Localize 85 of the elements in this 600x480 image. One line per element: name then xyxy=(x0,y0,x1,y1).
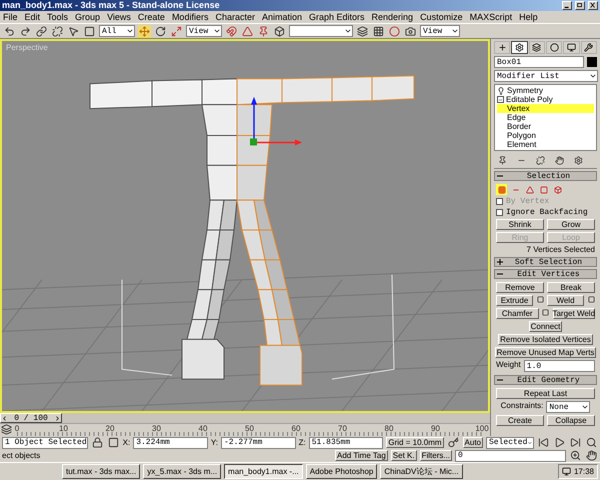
prompt-text: ect objects xyxy=(2,451,42,460)
menu-item[interactable]: Edit xyxy=(24,12,40,22)
axis-label: X: xyxy=(122,438,130,447)
rollout-header[interactable]: Selection xyxy=(494,171,597,181)
menu-item[interactable]: Rendering xyxy=(372,12,414,22)
render-view-dropdown[interactable]: View xyxy=(420,25,460,37)
selection-filter-dropdown[interactable]: All xyxy=(99,25,135,37)
axis-label: Z: xyxy=(298,438,306,447)
object-name-field[interactable]: Box01 xyxy=(494,56,584,68)
menu-item[interactable]: File xyxy=(3,12,18,22)
panel-button[interactable]: Extrude xyxy=(496,295,533,306)
taskbar-button[interactable]: man_body1.max -... xyxy=(224,464,303,479)
menu-item[interactable]: Modifiers xyxy=(172,12,208,22)
menu-item[interactable]: Animation xyxy=(262,12,302,22)
tick-label: 10 xyxy=(59,424,68,433)
time-slider-track[interactable]: 0 / 100 xyxy=(0,413,490,423)
menu-item[interactable]: Help xyxy=(519,12,538,22)
stack-subitem[interactable]: Vertex xyxy=(497,104,594,113)
panel-button[interactable]: Repeat Last xyxy=(496,388,595,399)
panel-button[interactable]: Target Weld xyxy=(552,308,595,319)
stack-item[interactable]: Editable Poly xyxy=(506,95,553,104)
clock: 17:38 xyxy=(574,467,594,476)
key-filter-dropdown[interactable]: Selected xyxy=(486,436,534,448)
panel-button[interactable]: Chamfer xyxy=(496,308,538,319)
panel-button[interactable]: Remove Isolated Vertices xyxy=(498,334,593,345)
panel-button[interactable]: Shrink xyxy=(496,219,544,230)
selection-status: 7 Vertices Selected xyxy=(526,245,595,254)
coordinate-field[interactable]: 3.224mm xyxy=(133,436,208,448)
auto-key-button[interactable]: Auto xyxy=(462,437,483,448)
tick-label: 80 xyxy=(384,424,394,433)
tick-label: 60 xyxy=(292,424,300,433)
axis-label: Y: xyxy=(210,438,218,447)
taskbar-button[interactable]: tut.max - 3ds max... xyxy=(62,464,140,479)
modifier-list-dropdown[interactable]: Modifier List xyxy=(494,70,598,82)
panel-button[interactable]: Break xyxy=(547,282,595,293)
menu-item[interactable]: Character xyxy=(215,12,255,22)
time-slider-thumb[interactable]: 0 / 100 xyxy=(0,413,62,423)
menu-item[interactable]: Tools xyxy=(47,12,68,22)
menu-item[interactable]: Group xyxy=(75,12,100,22)
menu-item[interactable]: Graph Editors xyxy=(309,12,365,22)
tick-label: 0 xyxy=(14,424,20,433)
panel-button[interactable]: Create xyxy=(496,415,544,426)
panel-button[interactable]: Connect xyxy=(528,321,562,332)
rollout-header[interactable]: Soft Selection xyxy=(494,257,597,267)
reference-coordinate-dropdown[interactable]: View xyxy=(186,25,222,37)
rollout-header[interactable]: Edit Geometry xyxy=(494,375,597,385)
set-key-button[interactable]: Set K. xyxy=(390,450,417,461)
stack-subitem[interactable]: Edge xyxy=(497,113,594,122)
tick-label: 40 xyxy=(198,424,208,433)
constraints-label: Constraints: xyxy=(500,401,544,412)
frame-field[interactable]: 0 xyxy=(455,450,566,462)
stack-item[interactable]: Symmetry xyxy=(507,86,543,95)
window-title: man_body1.max - 3ds max 5 - Stand-alone License xyxy=(2,0,221,11)
checkbox-option[interactable]: Ignore Backfacing xyxy=(496,208,595,217)
selection-count-field: 1 Object Selected xyxy=(2,436,88,448)
panel-button[interactable]: Remove xyxy=(496,282,544,293)
menu-item[interactable]: Customize xyxy=(420,12,463,22)
weight-field[interactable]: 1.0 xyxy=(524,360,595,372)
taskbar-button[interactable]: ChinaDV论坛 - Mic... xyxy=(380,464,463,479)
panel-button[interactable]: Grow xyxy=(547,219,595,230)
tick-label: 100 xyxy=(475,424,489,433)
stack-subitem[interactable]: Polygon xyxy=(497,131,594,140)
panel-button[interactable]: Remove Unused Map Verts xyxy=(494,347,596,358)
menu-item[interactable]: Create xyxy=(138,12,165,22)
menu-item[interactable]: MAXScript xyxy=(470,12,512,22)
panel-button[interactable]: Weld xyxy=(547,295,584,306)
coordinate-field[interactable]: -2.277mm xyxy=(220,436,296,448)
taskbar-button[interactable]: yx_5.max - 3ds m... xyxy=(143,464,222,479)
tick-label: 20 xyxy=(106,424,114,433)
menu-item[interactable]: Views xyxy=(107,12,131,22)
stack-subitem[interactable]: Element xyxy=(497,140,594,149)
tick-label: 70 xyxy=(338,424,347,433)
tick-label: 30 xyxy=(152,424,161,433)
taskbar-button[interactable]: Adobe Photoshop xyxy=(306,464,378,479)
rollout-header[interactable]: Edit Vertices xyxy=(494,269,597,279)
tick-label: 90 xyxy=(431,424,440,433)
weight-label: Weight xyxy=(496,360,521,371)
coordinate-field[interactable]: 51.835mm xyxy=(308,436,384,448)
stack-subitem[interactable]: Border xyxy=(497,122,594,131)
grid-size-button[interactable]: Grid = 10.0mm xyxy=(386,437,444,448)
filters-button[interactable]: Filters... xyxy=(420,450,452,461)
constraints-dropdown[interactable]: None xyxy=(546,401,590,413)
add-time-tag-button[interactable]: Add Time Tag xyxy=(335,450,388,461)
tick-label: 50 xyxy=(245,424,254,433)
panel-button[interactable]: Collapse xyxy=(547,415,595,426)
